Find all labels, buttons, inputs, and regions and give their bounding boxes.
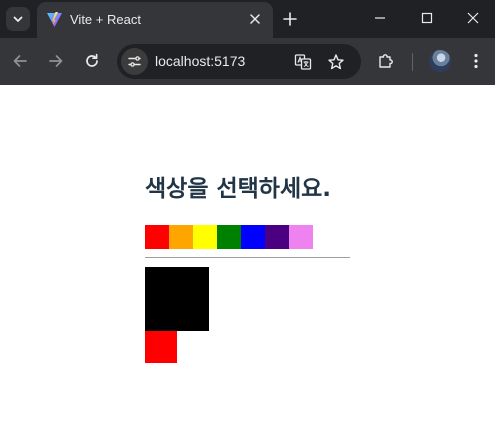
color-swatch-yellow[interactable]: [193, 225, 217, 249]
avatar[interactable]: [429, 50, 451, 72]
page-content: 색상을 선택하세요.: [0, 85, 495, 425]
puzzle-icon[interactable]: [377, 52, 395, 70]
close-window-button[interactable]: [450, 0, 495, 36]
close-icon: [467, 12, 479, 24]
chevron-down-icon: [13, 16, 23, 22]
plus-icon[interactable]: [282, 11, 298, 27]
kebab-menu-icon[interactable]: [467, 52, 485, 70]
tab-title: Vite + React: [70, 12, 141, 27]
color-palette: [145, 225, 313, 249]
star-icon[interactable]: [327, 53, 345, 71]
selected-color-small-box: [145, 331, 177, 363]
back-arrow-icon[interactable]: [11, 52, 29, 70]
address-bar[interactable]: localhost:5173: [117, 44, 361, 79]
reload-icon[interactable]: [83, 52, 101, 70]
close-icon[interactable]: [248, 12, 262, 26]
selected-color-large-box: [145, 267, 209, 331]
color-swatch-blue[interactable]: [241, 225, 265, 249]
browser-tab[interactable]: Vite + React: [37, 2, 273, 38]
color-swatch-violet[interactable]: [289, 225, 313, 249]
forward-arrow-icon[interactable]: [47, 52, 65, 70]
minimize-icon: [375, 17, 385, 19]
divider: [145, 257, 350, 258]
toolbar-divider: [412, 53, 413, 71]
page-title: 색상을 선택하세요.: [145, 176, 332, 202]
maximize-button[interactable]: [404, 0, 450, 36]
translate-icon[interactable]: [294, 53, 312, 71]
color-swatch-indigo[interactable]: [265, 225, 289, 249]
url-text[interactable]: localhost:5173: [155, 53, 245, 70]
color-swatch-orange[interactable]: [169, 225, 193, 249]
tab-strip: Vite + React: [0, 0, 495, 38]
tune-icon: [128, 56, 141, 67]
vite-logo-icon: [47, 12, 62, 27]
color-swatch-red[interactable]: [145, 225, 169, 249]
color-swatch-green[interactable]: [217, 225, 241, 249]
browser-toolbar: localhost:5173: [0, 38, 495, 85]
site-info-button[interactable]: [121, 48, 148, 75]
tab-search-button[interactable]: [6, 7, 30, 31]
maximize-icon: [421, 12, 433, 24]
minimize-button[interactable]: [357, 0, 403, 36]
